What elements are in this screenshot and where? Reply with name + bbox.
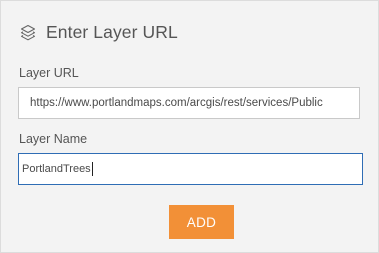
layer-name-label: Layer Name <box>19 132 88 146</box>
panel-header: Enter Layer URL <box>19 19 178 45</box>
layers-icon <box>19 23 37 41</box>
layer-url-value: https://www.portlandmaps.com/arcgis/rest… <box>30 97 323 109</box>
layer-name-input[interactable]: PortlandTrees <box>18 153 363 185</box>
layer-url-input[interactable]: https://www.portlandmaps.com/arcgis/rest… <box>18 87 360 119</box>
text-caret <box>91 162 93 176</box>
panel-title: Enter Layer URL <box>46 21 178 42</box>
enter-layer-url-panel: Enter Layer URL Layer URL https://www.po… <box>0 0 379 253</box>
add-button[interactable]: ADD <box>169 205 234 239</box>
layer-name-value: PortlandTrees <box>22 163 91 175</box>
layer-url-label: Layer URL <box>19 66 79 80</box>
